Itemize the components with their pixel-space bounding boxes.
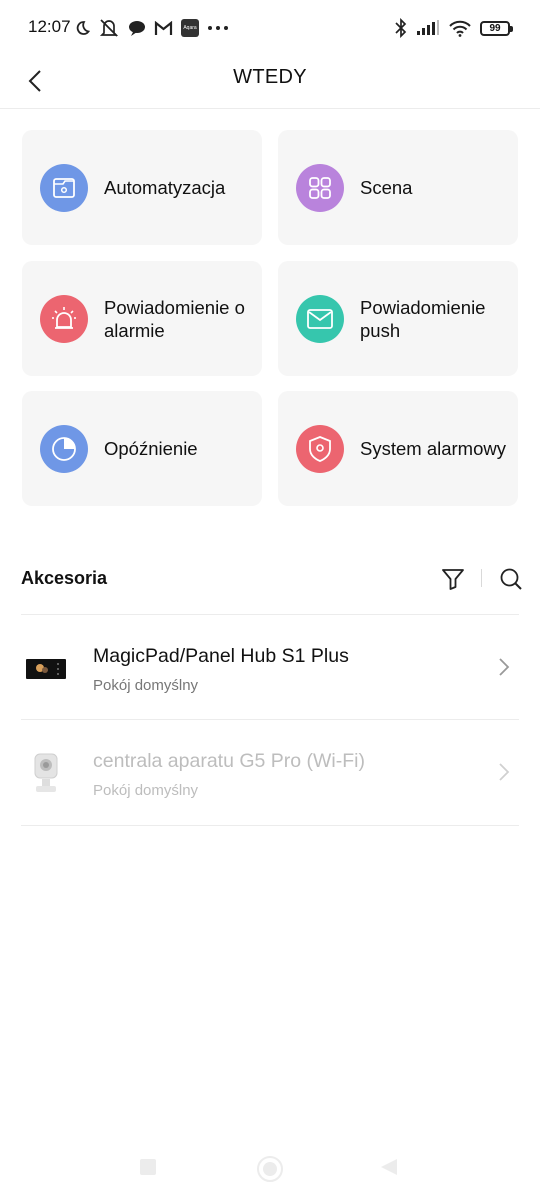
shield-icon [296, 425, 344, 473]
moon-icon [74, 20, 90, 36]
device-row-g5-pro[interactable]: centrala aparatu G5 Pro (Wi-Fi) Pokój do… [0, 720, 540, 824]
chat-icon [128, 20, 146, 36]
device-thumbnail [22, 750, 70, 798]
search-icon [500, 568, 522, 590]
automation-icon [40, 164, 88, 212]
device-room: Pokój domyślny [93, 677, 199, 694]
timer-icon [40, 425, 88, 473]
action-card-automation[interactable]: Automatyzacja [22, 130, 262, 245]
device-thumbnail [22, 645, 70, 693]
action-label: Powiadomienie o alarmie [104, 296, 245, 341]
action-card-alarm-system[interactable]: System alarmowy [278, 391, 518, 506]
status-bar: 12:07 Aqara 99 [0, 0, 540, 56]
divider [21, 825, 519, 826]
device-name: MagicPad/Panel Hub S1 Plus [93, 645, 349, 667]
recents-button[interactable] [139, 1158, 157, 1176]
action-card-push-notification[interactable]: Powiadomienie push [278, 261, 518, 376]
battery-level: 99 [489, 22, 501, 34]
action-label: Opóźnienie [104, 438, 198, 459]
filter-button[interactable] [439, 565, 467, 593]
device-room: Pokój domyślny [93, 782, 199, 799]
mail-icon [296, 295, 344, 343]
triangle-back-icon [381, 1159, 397, 1175]
action-label: Automatyzacja [104, 177, 226, 198]
action-card-scene[interactable]: Scena [278, 130, 518, 245]
header: WTEDY [0, 56, 540, 109]
mute-icon [98, 18, 120, 38]
action-card-alarm-notification[interactable]: Powiadomienie o alarmie [22, 261, 262, 376]
search-button[interactable] [497, 565, 525, 593]
device-name: centrala aparatu G5 Pro (Wi-Fi) [93, 750, 366, 772]
wifi-icon [449, 20, 471, 37]
app-icon: Aqara [181, 19, 199, 37]
filter-icon [442, 569, 464, 590]
chevron-right-icon [494, 758, 514, 786]
signal-icon [416, 20, 440, 36]
section-title-accessories: Akcesoria [21, 568, 108, 588]
action-card-delay[interactable]: Opóźnienie [22, 391, 262, 506]
back-nav-button[interactable] [380, 1158, 398, 1176]
status-left-icons: Aqara [74, 16, 229, 40]
device-row-magicpad[interactable]: MagicPad/Panel Hub S1 Plus Pokój domyśln… [0, 615, 540, 719]
alarm-light-icon [40, 295, 88, 343]
battery-icon: 99 [480, 20, 513, 36]
toolbar-divider [481, 569, 482, 587]
system-nav-bar [0, 1140, 540, 1200]
status-right-icons: 99 [395, 16, 513, 40]
status-time: 12:07 [28, 17, 71, 36]
page-title: WTEDY [233, 66, 307, 88]
action-label: Scena [360, 177, 413, 198]
more-dots-icon [207, 25, 229, 31]
circle-icon [257, 1156, 283, 1182]
gmail-icon [154, 20, 173, 36]
chevron-right-icon [494, 653, 514, 681]
home-button[interactable] [256, 1155, 284, 1183]
square-icon [140, 1159, 156, 1175]
bluetooth-icon [395, 18, 407, 38]
scene-icon [296, 164, 344, 212]
action-label: System alarmowy [360, 438, 506, 459]
action-label: Powiadomienie push [360, 296, 486, 341]
